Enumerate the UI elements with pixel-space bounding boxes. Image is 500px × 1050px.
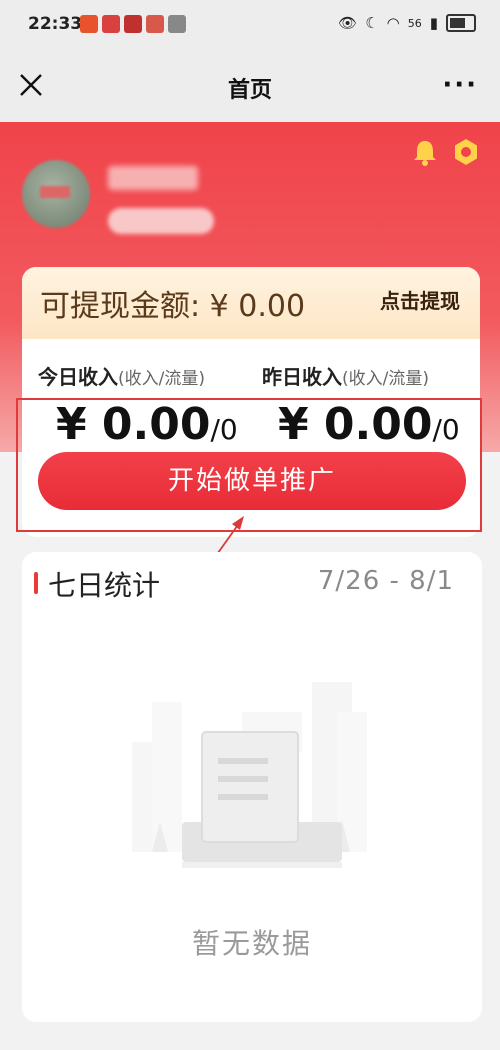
empty-state-text: 暂无数据 [191, 927, 312, 960]
wifi-icon: ◠ [386, 14, 400, 32]
app-notification-icon [80, 15, 98, 33]
app-notification-icon [146, 15, 164, 33]
user-tag: 标签 [108, 208, 214, 234]
withdraw-row: 可提现金额: ¥ 0.00 点击提现 [22, 267, 480, 339]
user-name: 昵称 [108, 166, 198, 190]
today-income: 今日收入(收入/流量) [38, 361, 205, 390]
today-income-sub: (收入/流量) [118, 369, 205, 389]
yesterday-income-label: 昨日收入 [262, 365, 342, 389]
stats-title: 七日统计 [48, 569, 161, 602]
more-icon[interactable]: ··· [442, 70, 478, 100]
app-notification-icon [168, 15, 186, 33]
app-notification-icon [124, 15, 142, 33]
nav-bar: 首页 ··· [0, 52, 500, 122]
bell-icon[interactable] [412, 138, 438, 166]
app-notification-icon [102, 15, 120, 33]
status-bar: 22:33 👁 ☾ ◠ 56 ▮ [0, 0, 500, 52]
page-title: 首页 [227, 78, 272, 103]
avatar[interactable] [22, 160, 90, 228]
status-time: 22:33 [28, 14, 83, 34]
battery-icon [446, 14, 476, 32]
yesterday-income: 昨日收入(收入/流量) [262, 361, 429, 390]
status-app-icons [80, 15, 186, 33]
withdraw-button[interactable]: 点击提现 [372, 281, 468, 321]
moon-icon: ☾ [365, 14, 379, 32]
stats-date-range: 7/26 - 8/1 [317, 566, 454, 596]
seven-day-stats-card: 七日统计 7/26 - 8/1 暂无数据 [22, 552, 482, 1022]
today-income-label: 今日收入 [38, 365, 118, 389]
eye-icon: 👁 [338, 14, 358, 32]
annotation-highlight-box [16, 398, 482, 532]
withdraw-amount-label: 可提现金额: ¥ 0.00 [40, 289, 306, 324]
signal-icon: ▮ [429, 14, 438, 32]
yesterday-income-sub: (收入/流量) [342, 369, 429, 389]
signal-label: 56 [407, 16, 422, 30]
empty-data-icon [132, 682, 367, 868]
section-marker [34, 572, 38, 594]
status-indicators: 👁 ☾ ◠ 56 ▮ [338, 14, 476, 32]
gear-icon[interactable] [452, 138, 480, 166]
